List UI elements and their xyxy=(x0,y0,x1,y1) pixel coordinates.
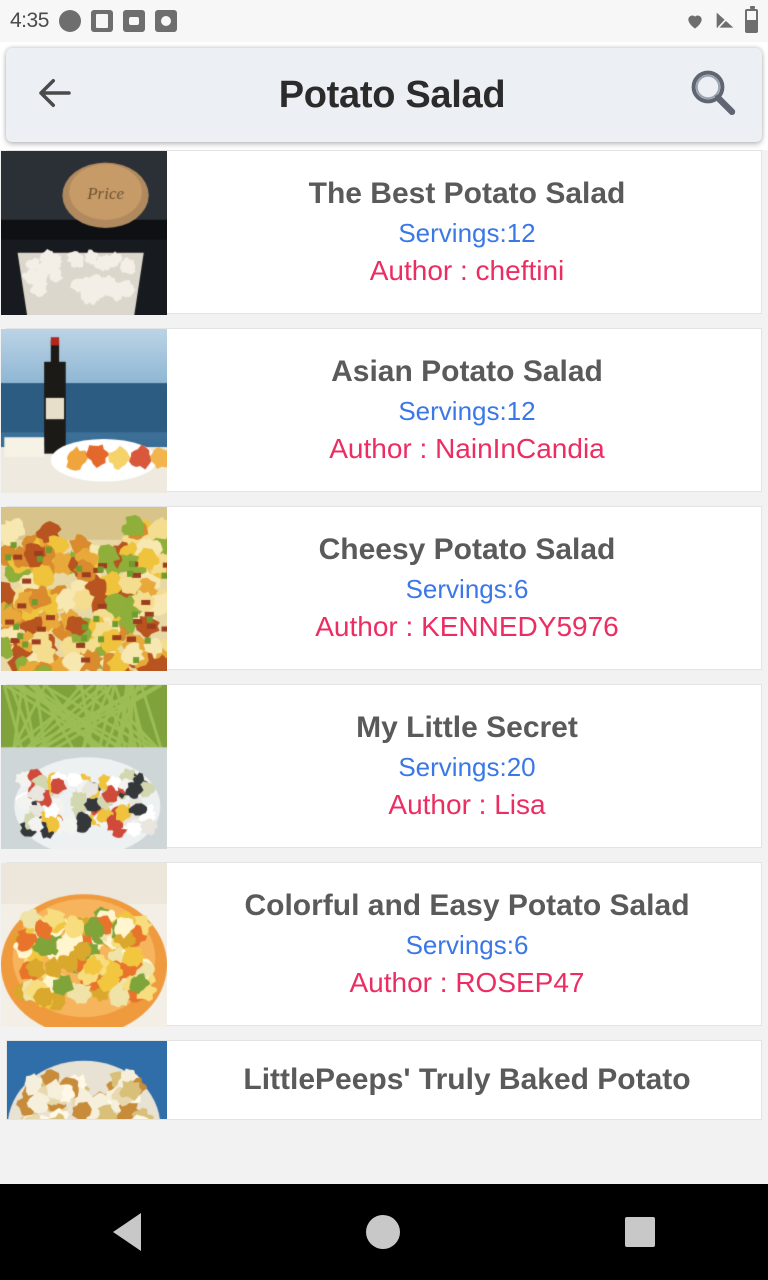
list-item[interactable]: Cheesy Potato Salad Servings:6 Author : … xyxy=(1,506,762,671)
status-bar: 4:35 xyxy=(0,0,768,42)
back-button[interactable] xyxy=(18,58,92,132)
list-item[interactable]: LittlePeeps' Truly Baked Potato xyxy=(6,1040,762,1120)
list-item[interactable]: The Best Potato Salad Servings:12 Author… xyxy=(1,150,762,315)
recipe-title: Colorful and Easy Potato Salad xyxy=(244,888,690,922)
recipe-servings: Servings:12 xyxy=(398,396,536,427)
recipe-servings: Servings:6 xyxy=(405,930,529,961)
alarm-icon xyxy=(58,10,81,32)
nav-home-icon[interactable] xyxy=(365,1215,400,1249)
system-navigation-bar xyxy=(0,1184,768,1280)
recipe-author: Author : Lisa xyxy=(388,789,546,821)
recipe-thumbnail xyxy=(1,685,167,849)
recipe-servings: Servings:6 xyxy=(405,574,529,605)
recipe-author: Author : ROSEP47 xyxy=(349,967,585,999)
recipe-thumbnail xyxy=(1,863,167,1027)
recipe-title: The Best Potato Salad xyxy=(308,176,626,210)
magnifier-icon xyxy=(684,65,740,126)
list-item-body: The Best Potato Salad Servings:12 Author… xyxy=(173,151,761,313)
list-item-body: Asian Potato Salad Servings:12 Author : … xyxy=(173,329,761,491)
recipe-title: My Little Secret xyxy=(356,710,578,744)
circle-app-icon xyxy=(154,10,177,32)
list-item-body: LittlePeeps' Truly Baked Potato xyxy=(173,1041,761,1119)
recipe-thumbnail xyxy=(1,507,167,671)
recipe-title: Asian Potato Salad xyxy=(331,354,603,388)
recipe-title: LittlePeeps' Truly Baked Potato xyxy=(243,1063,691,1096)
list-item[interactable]: Asian Potato Salad Servings:12 Author : … xyxy=(1,328,762,493)
recipe-servings: Servings:20 xyxy=(398,752,536,783)
status-clock: 4:35 xyxy=(10,9,49,32)
search-bar: Potato Salad xyxy=(6,48,762,142)
camera-icon xyxy=(122,10,145,32)
recipe-author: Author : KENNEDY5976 xyxy=(315,611,619,643)
search-button[interactable] xyxy=(672,55,752,135)
recipe-author: Author : NainInCandia xyxy=(329,433,605,465)
recipe-thumbnail xyxy=(1,151,167,315)
status-bar-right xyxy=(685,6,758,33)
status-bar-left: 4:35 xyxy=(10,9,177,33)
search-results-list[interactable]: The Best Potato Salad Servings:12 Author… xyxy=(0,150,768,1184)
recipe-thumbnail xyxy=(1,329,167,493)
heart-icon xyxy=(685,11,705,31)
list-item[interactable]: Colorful and Easy Potato Salad Servings:… xyxy=(1,862,762,1027)
document-icon xyxy=(90,10,113,32)
signal-icon xyxy=(714,11,736,31)
list-item-body: My Little Secret Servings:20 Author : Li… xyxy=(173,685,761,847)
list-item-body: Cheesy Potato Salad Servings:6 Author : … xyxy=(173,507,761,669)
recipe-servings: Servings:12 xyxy=(398,218,536,249)
back-arrow-icon xyxy=(34,72,76,119)
search-bar-container: Potato Salad xyxy=(0,42,768,150)
search-query-text[interactable]: Potato Salad xyxy=(92,74,692,117)
recipe-author: Author : cheftini xyxy=(369,255,565,287)
nav-recents-icon[interactable] xyxy=(625,1217,656,1247)
battery-icon xyxy=(745,6,758,33)
list-item-body: Colorful and Easy Potato Salad Servings:… xyxy=(173,863,761,1025)
nav-back-icon[interactable] xyxy=(112,1213,141,1251)
recipe-title: Cheesy Potato Salad xyxy=(318,532,616,566)
list-item[interactable]: My Little Secret Servings:20 Author : Li… xyxy=(1,684,762,849)
recipe-thumbnail xyxy=(7,1041,167,1119)
